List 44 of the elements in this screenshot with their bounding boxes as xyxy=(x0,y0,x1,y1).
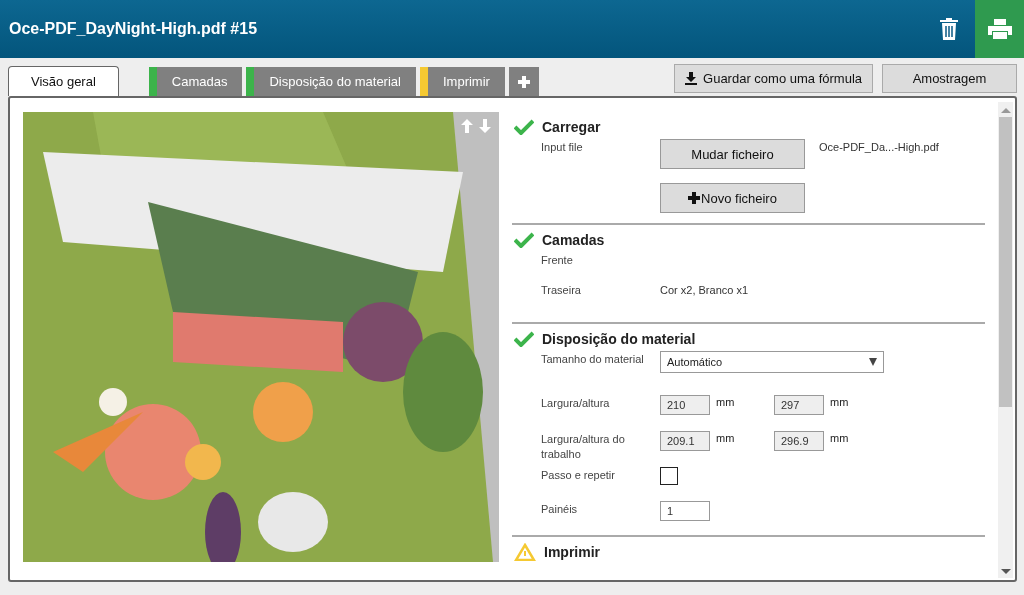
tab[interactable]: Disposição do material xyxy=(246,67,416,96)
field-label: Tamanho do material xyxy=(541,352,645,367)
trash-icon xyxy=(939,17,959,41)
new-file-button[interactable]: Novo ficheiro xyxy=(660,183,805,213)
unit-label: mm xyxy=(715,431,736,446)
toolbar-button[interactable]: Guardar como uma fórmula xyxy=(674,64,873,93)
scrollbar[interactable] xyxy=(998,102,1013,578)
section-title: Disposição do material xyxy=(542,331,696,347)
tab[interactable]: Camadas xyxy=(148,67,243,96)
tab[interactable]: Visão geral xyxy=(8,66,119,96)
unit-label: mm xyxy=(829,431,850,446)
toolbar-button[interactable]: Amostragem xyxy=(882,64,1017,93)
tab[interactable]: Imprimir xyxy=(419,67,505,96)
plus-icon xyxy=(517,75,530,88)
field-label: Traseira xyxy=(541,283,582,298)
field-label: Painéis xyxy=(541,502,579,517)
change-file-button[interactable]: Mudar ficheiro xyxy=(660,139,805,169)
unit-label: mm xyxy=(829,395,850,410)
check-icon xyxy=(514,119,534,135)
field-value: Cor x2, Branco x1 xyxy=(660,283,749,298)
section-title: Camadas xyxy=(542,232,605,248)
field-label: Input file xyxy=(541,140,584,155)
section-title: Carregar xyxy=(542,119,601,135)
file-name: Oce-PDF_Da...-High.pdf xyxy=(819,140,939,155)
check-icon xyxy=(514,232,534,248)
check-icon xyxy=(514,331,534,347)
panels-field[interactable]: 1 xyxy=(660,501,710,521)
field-label: Passo e repetir xyxy=(541,468,616,483)
checkbox[interactable] xyxy=(660,467,678,485)
add-tab-button[interactable] xyxy=(508,67,539,96)
window-title: Oce-PDF_DayNight-High.pdf #15 xyxy=(8,20,259,38)
print-button[interactable] xyxy=(975,0,1024,58)
plus-icon xyxy=(688,192,701,204)
warning-icon xyxy=(514,543,536,561)
field-label: Largura/altura do trabalho xyxy=(541,432,626,462)
arrow-down-icon[interactable] xyxy=(479,119,491,133)
field-label: Largura/altura xyxy=(541,396,611,411)
download-icon xyxy=(685,72,698,85)
arrow-up-icon[interactable] xyxy=(461,119,473,133)
field-label: Frente xyxy=(541,253,574,268)
section-title: Imprimir xyxy=(544,544,600,560)
dropdown[interactable]: Automático xyxy=(660,351,884,373)
printer-icon xyxy=(986,18,1013,40)
unit-label: mm xyxy=(715,395,736,410)
